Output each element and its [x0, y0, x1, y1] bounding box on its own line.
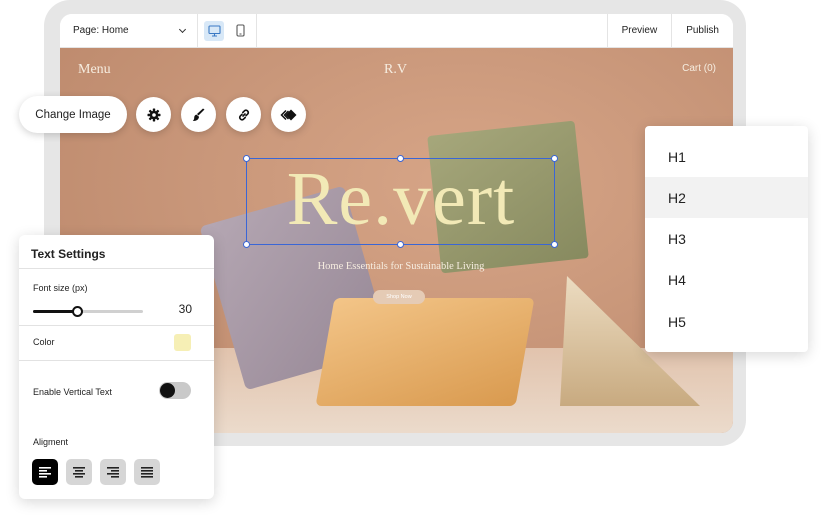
divider	[19, 325, 214, 326]
panel-title: Text Settings	[31, 247, 106, 261]
site-brand[interactable]: R.V	[384, 62, 407, 78]
resize-handle[interactable]	[397, 155, 404, 162]
resize-handle[interactable]	[397, 241, 404, 248]
chevron-down-icon	[178, 25, 187, 33]
align-center-button[interactable]	[66, 459, 92, 485]
link-icon	[238, 109, 249, 120]
resize-handle[interactable]	[551, 241, 558, 248]
mobile-view-button[interactable]	[230, 21, 250, 41]
page-select-dropdown[interactable]: Page: Home	[60, 14, 198, 47]
view-toggles	[198, 14, 257, 47]
change-image-button[interactable]: Change Image	[19, 96, 127, 133]
color-label: Color	[33, 337, 55, 347]
gear-icon	[147, 108, 160, 121]
color-swatch[interactable]	[174, 334, 191, 351]
align-justify-button[interactable]	[134, 459, 160, 485]
toggle-knob	[160, 383, 175, 398]
align-center-icon	[73, 466, 85, 478]
mobile-icon	[235, 24, 245, 37]
font-size-label: Font size (px)	[33, 283, 88, 293]
slider-handle[interactable]	[71, 306, 83, 317]
vertical-text-label: Enable Vertical Text	[33, 387, 112, 397]
text-settings-panel: Text Settings Font size (px) 30 Color En…	[19, 235, 214, 499]
desktop-icon	[207, 24, 221, 37]
alignment-label: Aligment	[33, 437, 69, 447]
shop-now-button[interactable]: Shop Now	[373, 290, 425, 304]
divider	[19, 360, 214, 361]
font-size-slider[interactable]	[33, 306, 143, 317]
publish-button[interactable]: Publish	[671, 14, 733, 47]
divider	[19, 268, 214, 269]
preview-button[interactable]: Preview	[606, 14, 672, 47]
editor-topbar: Page: Home Preview Publish	[60, 14, 733, 48]
align-left-button[interactable]	[32, 459, 58, 485]
align-right-button[interactable]	[100, 459, 126, 485]
hero-tagline[interactable]: Home Essentials for Sustainable Living	[248, 261, 554, 272]
resize-handle[interactable]	[243, 241, 250, 248]
heading-dropdown: H1 H2 H3 H4 H5	[645, 126, 808, 352]
heading-option-h2[interactable]: H2	[645, 177, 808, 218]
animation-icon	[279, 109, 296, 120]
design-button[interactable]	[181, 97, 216, 132]
align-right-icon	[107, 466, 119, 478]
heading-option-h4[interactable]: H4	[645, 259, 808, 300]
animation-button[interactable]	[271, 97, 306, 132]
resize-handle[interactable]	[551, 155, 558, 162]
settings-button[interactable]	[136, 97, 171, 132]
slider-fill	[33, 310, 77, 313]
vertical-text-toggle[interactable]	[159, 382, 191, 399]
align-left-icon	[39, 466, 51, 478]
brush-icon	[192, 108, 204, 121]
resize-handle[interactable]	[243, 155, 250, 162]
heading-option-h1[interactable]: H1	[645, 136, 808, 177]
site-nav-menu[interactable]: Menu	[78, 62, 111, 78]
selection-box[interactable]	[243, 155, 558, 248]
link-button[interactable]	[226, 97, 261, 132]
soap-bar-orange	[315, 298, 535, 406]
page-select-label: Page: Home	[73, 25, 129, 36]
desktop-view-button[interactable]	[204, 20, 224, 41]
font-size-value: 30	[178, 302, 192, 316]
site-cart-link[interactable]: Cart (0)	[682, 63, 716, 74]
align-justify-icon	[141, 466, 153, 478]
heading-option-h3[interactable]: H3	[645, 218, 808, 259]
heading-option-h5[interactable]: H5	[645, 301, 808, 342]
